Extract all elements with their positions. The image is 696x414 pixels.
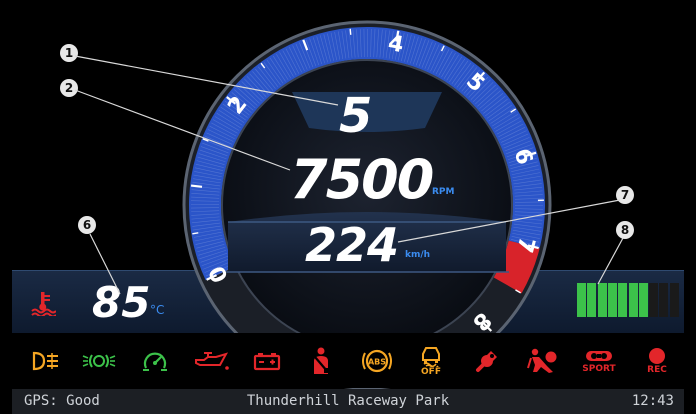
fuel-segment — [628, 283, 638, 317]
coolant-temp-icon — [31, 292, 56, 316]
rpm-unit: RPM — [432, 187, 455, 197]
seatbelt-icon — [300, 339, 342, 383]
fuel-segment — [587, 283, 597, 317]
rec-label: REC — [647, 365, 667, 375]
battery-icon — [246, 339, 288, 383]
fuel-segment — [597, 283, 607, 317]
oil-pressure-icon — [190, 339, 232, 383]
traction-control-off-icon: OFF — [410, 339, 452, 383]
gear-indicator: 5 — [339, 88, 373, 144]
fog-light-front-icon — [24, 339, 66, 383]
fuel-segment — [638, 283, 648, 317]
clock-time: 12:43 — [631, 393, 674, 409]
cruise-control-icon — [134, 339, 176, 383]
rpm-readout: 7500 — [290, 148, 434, 211]
fuel-segment — [649, 283, 659, 317]
callout-1: 1 — [60, 44, 78, 62]
fuel-segment — [577, 283, 586, 317]
temperature-unit: °C — [150, 303, 165, 317]
callout-8: 8 — [616, 221, 634, 239]
traction-off-label: OFF — [421, 367, 441, 377]
warning-lights-row: ABS OFF SPORT REC — [12, 333, 684, 388]
callout-2: 2 — [60, 79, 78, 97]
wrench-service-icon — [466, 339, 508, 383]
rpm-tick — [190, 184, 203, 188]
airbag-icon — [522, 339, 564, 383]
temperature-readout: 85 — [92, 278, 151, 327]
abs-label: ABS — [368, 358, 386, 367]
speed-unit: km/h — [405, 250, 431, 260]
record-icon: REC — [636, 339, 678, 383]
fuel-segment — [659, 283, 669, 317]
callout-7: 7 — [616, 186, 634, 204]
sport-mode-icon: SPORT — [578, 339, 620, 383]
status-bar: GPS: Good Thunderhill Raceway Park 12:43 — [12, 389, 684, 414]
track-location: Thunderhill Raceway Park — [246, 393, 450, 409]
callout-6: 6 — [78, 216, 96, 234]
sport-label: SPORT — [582, 364, 616, 374]
dashboard: 02456789 5 7500 RPM 224 km/h 85 °C 1 2 6… — [0, 0, 696, 414]
abs-icon: ABS — [356, 339, 398, 383]
fuel-segment — [607, 283, 617, 317]
fuel-segment — [669, 283, 679, 317]
rpm-tick — [349, 28, 352, 35]
fuel-segment — [618, 283, 628, 317]
parking-lights-icon — [78, 339, 120, 383]
speed-readout: 224 — [305, 218, 399, 272]
rpm-tick — [192, 232, 199, 235]
